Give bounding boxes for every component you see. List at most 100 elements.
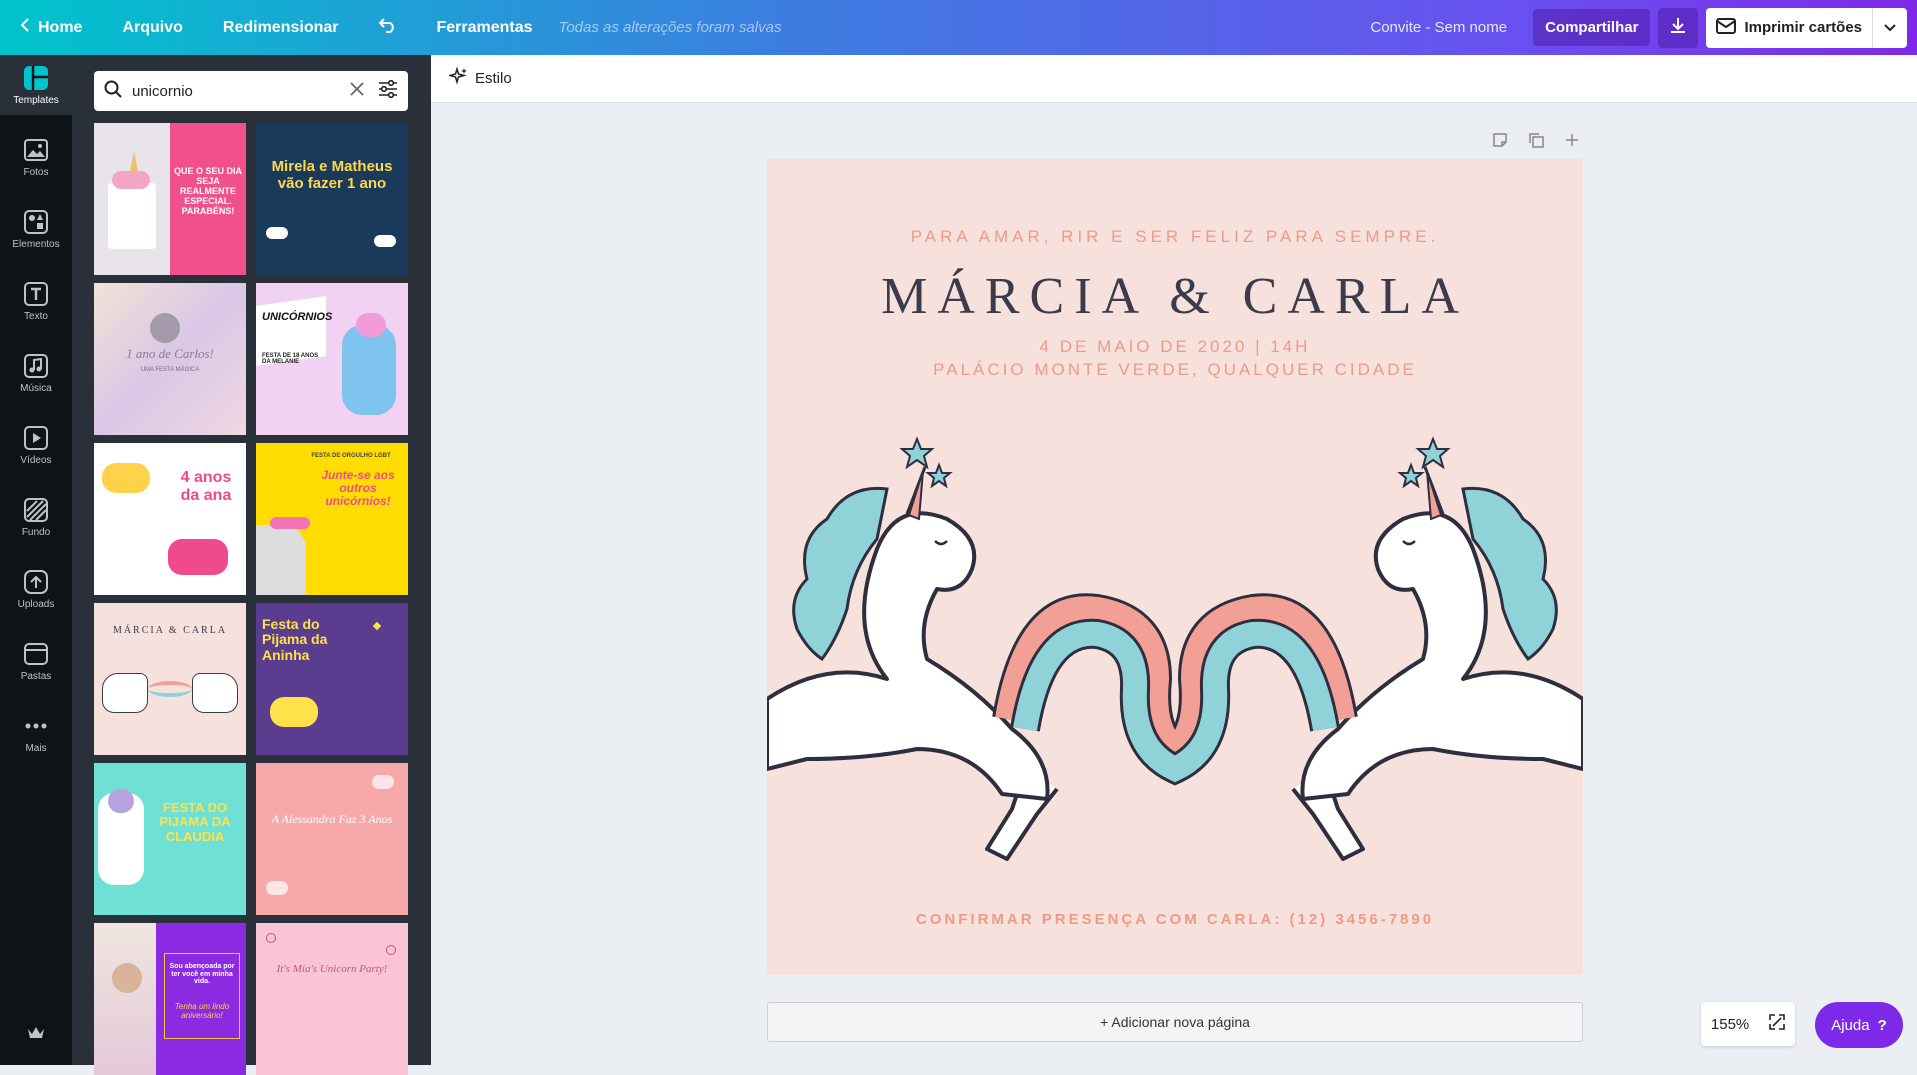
- resize-menu[interactable]: Redimensionar: [223, 19, 339, 37]
- rail-label: Texto: [24, 310, 48, 322]
- search-icon: [104, 80, 122, 103]
- add-new-page-button[interactable]: + Adicionar nova página: [767, 1002, 1583, 1042]
- rail-label: Elementos: [12, 238, 60, 250]
- template-subtitle: Tenha um lindo aniversário!: [174, 1002, 230, 1020]
- top-bar: Home Arquivo Redimensionar Ferramentas T…: [0, 0, 1917, 55]
- template-title: 4 anos da ana: [180, 469, 232, 504]
- template-card[interactable]: FESTA DE ORGULHO LGBT Junte-se aos outro…: [256, 443, 408, 595]
- design-place: PALÁCIO MONTE VERDE, QUALQUER CIDADE: [933, 360, 1417, 379]
- duplicate-page-icon[interactable]: [1525, 129, 1547, 151]
- print-cards-label: Imprimir cartões: [1744, 19, 1862, 36]
- template-title: QUE O SEU DIA SEJA REALMENTE ESPECIAL. P…: [174, 166, 243, 216]
- template-subtitle: FESTA DE ORGULHO LGBT: [311, 453, 391, 459]
- file-menu[interactable]: Arquivo: [122, 19, 182, 37]
- template-card[interactable]: It's Mia's Unicorn Party!: [256, 923, 408, 1075]
- elements-icon: [23, 209, 49, 235]
- template-title: Mirela e Matheus vão fazer 1 ano: [271, 158, 393, 192]
- download-button[interactable]: [1658, 7, 1699, 48]
- photos-icon: [23, 137, 49, 163]
- template-title: A Alessandra Faz 3 Anos: [271, 812, 393, 826]
- rail-label: Pastas: [20, 670, 52, 682]
- rail-item-elements[interactable]: Elementos: [0, 199, 72, 259]
- rail-item-photos[interactable]: Fotos: [0, 127, 72, 187]
- music-icon: [23, 353, 49, 379]
- fullscreen-icon[interactable]: [1769, 1014, 1785, 1034]
- home-button[interactable]: Home: [20, 18, 82, 37]
- text-icon: [23, 281, 49, 307]
- template-card[interactable]: 1 ano de Carlos! UMA FESTA MÁGICA: [94, 283, 246, 435]
- document-name[interactable]: Convite - Sem nome: [1370, 19, 1507, 36]
- templates-panel: QUE O SEU DIA SEJA REALMENTE ESPECIAL. P…: [72, 55, 431, 1075]
- template-title: It's Mia's Unicorn Party!: [276, 963, 388, 975]
- rail-item-music[interactable]: Música: [0, 343, 72, 403]
- zoom-control[interactable]: 155%: [1701, 1002, 1795, 1046]
- editor-area: Estilo PARA AMAR, RIR E SER FELIZ PARA S…: [431, 55, 1917, 1065]
- template-title: 1 ano de Carlos!: [126, 346, 214, 361]
- template-subtitle: FESTA DE 18 ANOS DA MELANIE: [262, 353, 319, 365]
- template-card[interactable]: Sou abençoada por ter você em minha vida…: [94, 923, 246, 1075]
- rainbow-tails: [992, 593, 1358, 786]
- crown-button[interactable]: [0, 1005, 72, 1065]
- rail-label: Música: [20, 382, 52, 394]
- help-button[interactable]: Ajuda ?: [1815, 1002, 1903, 1048]
- template-card[interactable]: MÁRCIA & CARLA: [94, 603, 246, 755]
- design-title[interactable]: MÁRCIA & CARLA: [767, 267, 1583, 326]
- template-card[interactable]: UNICÓRNIOS FESTA DE 18 ANOS DA MELANIE: [256, 283, 408, 435]
- more-icon: [23, 713, 49, 739]
- rail-label: Vídeos: [20, 454, 52, 466]
- rail-item-more[interactable]: Mais: [0, 703, 72, 763]
- print-cards-button[interactable]: Imprimir cartões: [1706, 7, 1907, 48]
- search-input[interactable]: [132, 82, 350, 100]
- style-label: Estilo: [475, 70, 512, 87]
- crown-icon: [23, 1020, 49, 1046]
- home-label: Home: [38, 18, 83, 36]
- rail-item-text[interactable]: Texto: [0, 271, 72, 331]
- template-card[interactable]: FESTA DO PIJAMA DA CLAUDIA: [94, 763, 246, 915]
- undo-icon: [378, 17, 397, 38]
- template-subtitle: UMA FESTA MÁGICA: [140, 367, 200, 373]
- video-icon: [23, 425, 49, 451]
- rail-item-background[interactable]: Fundo: [0, 487, 72, 547]
- rail-item-videos[interactable]: Vídeos: [0, 415, 72, 475]
- design-rsvp[interactable]: CONFIRMAR PRESENÇA COM CARLA: (12) 3456-…: [767, 911, 1583, 928]
- search-box: [94, 71, 408, 111]
- upload-icon: [23, 569, 49, 595]
- rail-item-uploads[interactable]: Uploads: [0, 559, 72, 619]
- template-card[interactable]: A Alessandra Faz 3 Anos: [256, 763, 408, 915]
- rail-label: Templates: [13, 94, 59, 106]
- unicorns-illustration[interactable]: [767, 429, 1583, 879]
- design-tagline[interactable]: PARA AMAR, RIR E SER FELIZ PARA SEMPRE.: [767, 227, 1583, 247]
- template-title: Festa do Pijama da Aninha: [262, 616, 328, 663]
- add-page-icon[interactable]: [1561, 129, 1583, 151]
- style-button[interactable]: Estilo: [447, 65, 512, 91]
- chevron-down-icon[interactable]: [1873, 23, 1907, 32]
- sparkle-icon: [447, 65, 469, 91]
- template-title: Junte-se aos outros unicórnios!: [321, 468, 395, 509]
- template-card[interactable]: Festa do Pijama da Aninha: [256, 603, 408, 755]
- zoom-level[interactable]: 155%: [1711, 1016, 1749, 1033]
- question-icon: ?: [1877, 1016, 1887, 1034]
- share-button[interactable]: Compartilhar: [1533, 9, 1651, 46]
- clear-search-icon[interactable]: [350, 81, 364, 101]
- rail-item-templates[interactable]: Templates: [0, 55, 72, 115]
- envelope-icon: [1716, 17, 1737, 38]
- undo-button[interactable]: [378, 17, 397, 38]
- template-card[interactable]: Mirela e Matheus vão fazer 1 ano: [256, 123, 408, 275]
- template-title: Sou abençoada por ter você em minha vida…: [169, 963, 235, 986]
- top-bar-actions: Convite - Sem nome Compartilhar Imprimir…: [1370, 0, 1917, 55]
- template-card[interactable]: 4 anos da ana: [94, 443, 246, 595]
- filter-icon[interactable]: [378, 79, 398, 103]
- rail-label: Uploads: [17, 598, 55, 610]
- note-icon[interactable]: [1489, 129, 1511, 151]
- rail-item-folders[interactable]: Pastas: [0, 631, 72, 691]
- template-card[interactable]: QUE O SEU DIA SEJA REALMENTE ESPECIAL. P…: [94, 123, 246, 275]
- save-status: Todas as alterações foram salvas: [558, 19, 782, 36]
- chevron-left-icon: [20, 18, 30, 37]
- design-details[interactable]: 4 DE MAIO DE 2020 | 14H PALÁCIO MONTE VE…: [767, 335, 1583, 381]
- template-title: UNICÓRNIOS: [262, 311, 333, 323]
- editor-toolbar: Estilo: [431, 55, 1917, 103]
- design-page[interactable]: PARA AMAR, RIR E SER FELIZ PARA SEMPRE. …: [767, 159, 1583, 975]
- tools-menu[interactable]: Ferramentas: [437, 19, 533, 37]
- design-date: 4 DE MAIO DE 2020 | 14H: [1039, 337, 1311, 356]
- rail-label: Mais: [25, 742, 47, 754]
